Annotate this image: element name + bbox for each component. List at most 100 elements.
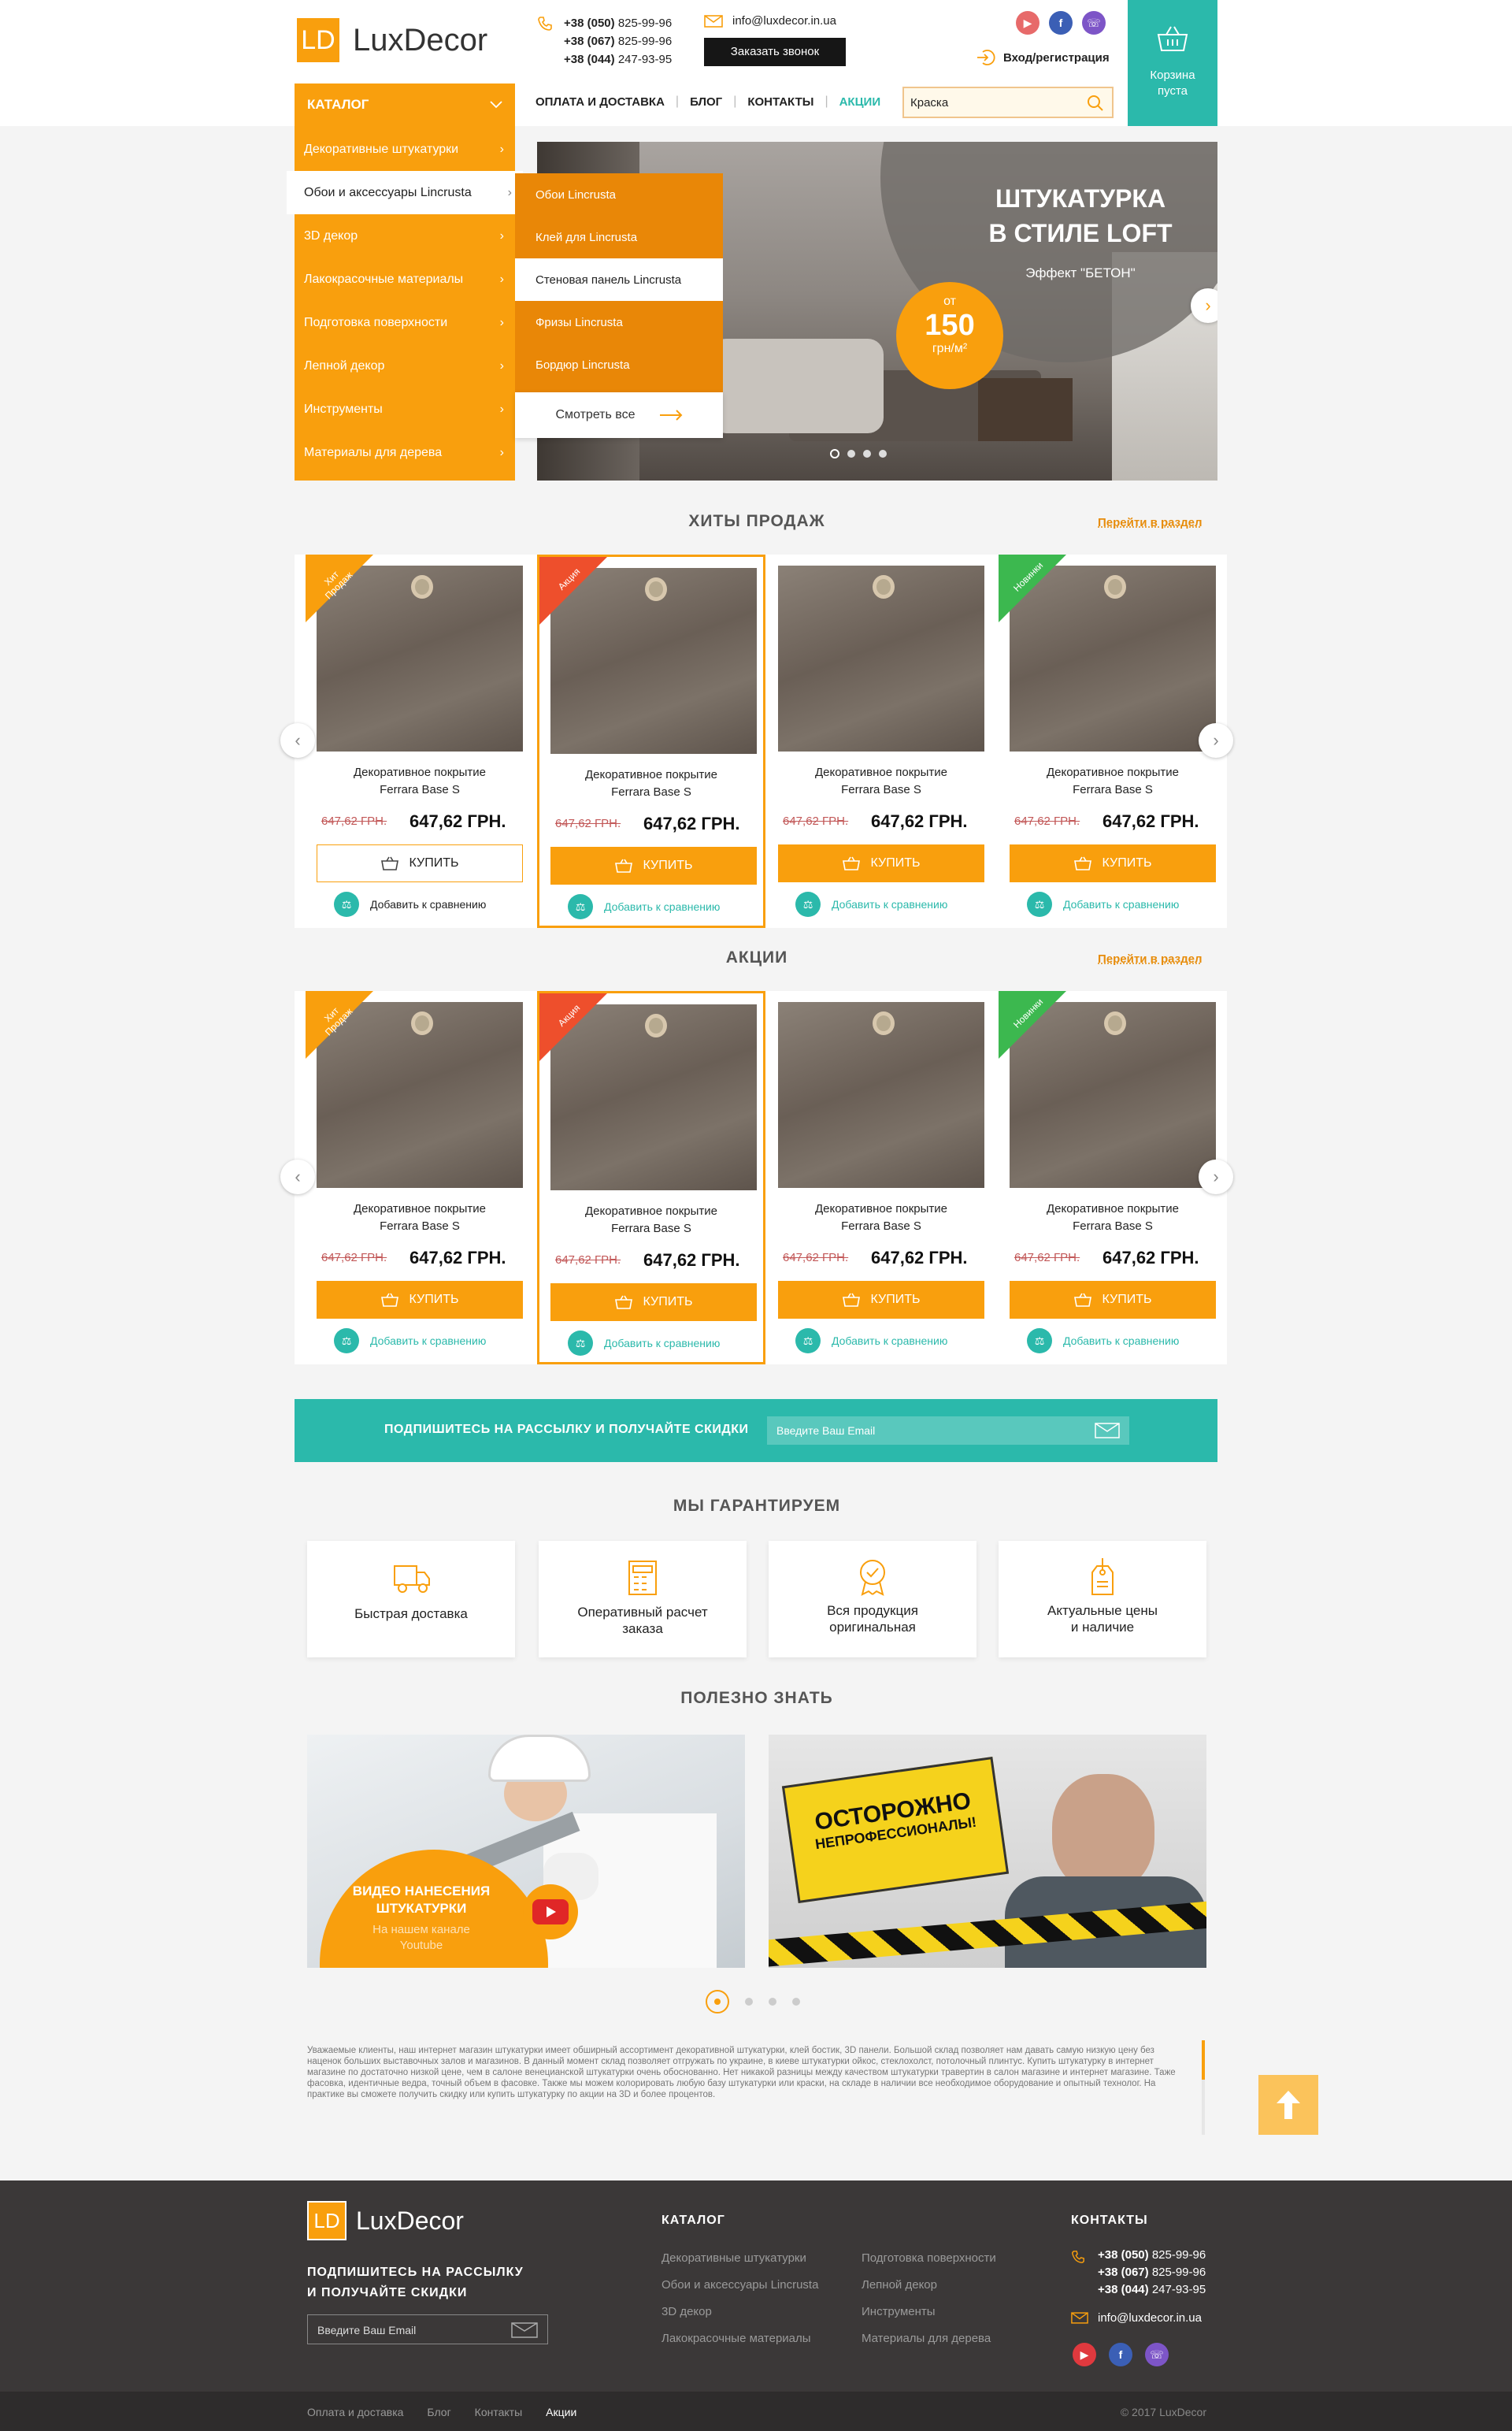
catalog-toggle[interactable]: КАТАЛОГ bbox=[295, 84, 515, 126]
hits-prev-arrow[interactable]: ‹ bbox=[280, 723, 315, 758]
product-name[interactable]: Декоративное покрытие Ferrara Base S bbox=[306, 1201, 534, 1235]
compare-link[interactable]: ⚖ Добавить к сравнению bbox=[795, 892, 947, 917]
header-email[interactable]: info@luxdecor.in.ua bbox=[704, 14, 836, 28]
warning-card[interactable]: ОСТОРОЖНО НЕПРОФЕССИОНАЛЫ! bbox=[769, 1735, 1206, 1968]
footer-phone-1[interactable]: +38 (050) 825-99-96 bbox=[1098, 2247, 1206, 2264]
submenu-item-friezes[interactable]: Фризы Lincrusta bbox=[515, 301, 723, 343]
catalog-item-plaster[interactable]: Декоративные штукатурки › bbox=[295, 128, 515, 171]
footer-link[interactable]: Лепной декор bbox=[862, 2272, 996, 2299]
footer-logo[interactable]: LD LuxDecor bbox=[307, 2201, 464, 2240]
promo-section-link[interactable]: Перейти в раздел bbox=[1098, 952, 1203, 966]
youtube-icon[interactable]: ▶ bbox=[1016, 11, 1040, 35]
facebook-icon[interactable]: f bbox=[1109, 2343, 1132, 2366]
compare-link[interactable]: ⚖ Добавить к сравнению bbox=[1027, 892, 1179, 917]
bottom-link-payment[interactable]: Оплата и доставка bbox=[307, 2406, 403, 2418]
compare-link[interactable]: ⚖ Добавить к сравнению bbox=[795, 1328, 947, 1353]
viber-icon[interactable]: ☏ bbox=[1082, 11, 1106, 35]
submenu-item-border[interactable]: Бордюр Lincrusta bbox=[515, 343, 723, 386]
phone-3[interactable]: +38 (044) 247-93-95 bbox=[564, 50, 672, 69]
product-card[interactable]: Акция Декоративное покрытие Ferrara Base S… bbox=[537, 555, 765, 928]
buy-button[interactable]: КУПИТЬ bbox=[1010, 844, 1216, 882]
product-name[interactable]: Декоративное покрытие Ferrara Base S bbox=[306, 764, 534, 799]
footer-email-field[interactable]: Введите Ваш Email bbox=[307, 2314, 548, 2344]
bottom-link-blog[interactable]: Блог bbox=[427, 2406, 450, 2418]
hero-dot-2[interactable] bbox=[847, 450, 855, 458]
product-card[interactable]: Новинки Декоративное покрытие Ferrara Base… bbox=[999, 991, 1227, 1364]
useful-dot-3[interactable] bbox=[769, 1998, 776, 2006]
product-name[interactable]: Декоративное покрытие Ferrara Base S bbox=[767, 1201, 995, 1235]
catalog-item-lincrusta[interactable]: Обои и аксессуары Lincrusta › bbox=[287, 171, 523, 214]
nav-promotions[interactable]: АКЦИИ bbox=[839, 95, 881, 109]
compare-link[interactable]: ⚖ Добавить к сравнению bbox=[334, 892, 486, 917]
buy-button[interactable]: КУПИТЬ bbox=[778, 844, 984, 882]
nav-contacts[interactable]: КОНТАКТЫ bbox=[747, 95, 813, 109]
compare-link[interactable]: ⚖ Добавить к сравнению bbox=[568, 894, 720, 919]
bottom-link-promotions[interactable]: Акции bbox=[546, 2406, 576, 2418]
hero-dot-1[interactable] bbox=[830, 449, 839, 458]
buy-button[interactable]: КУПИТЬ bbox=[317, 844, 523, 882]
promo-next-arrow[interactable]: › bbox=[1199, 1160, 1233, 1194]
product-image[interactable] bbox=[778, 566, 984, 752]
youtube-play-icon[interactable] bbox=[523, 1884, 578, 1939]
footer-link[interactable]: Подготовка поверхности bbox=[862, 2245, 996, 2272]
buy-button[interactable]: КУПИТЬ bbox=[778, 1281, 984, 1319]
compare-link[interactable]: ⚖ Добавить к сравнению bbox=[568, 1331, 720, 1356]
envelope-icon[interactable] bbox=[1095, 1423, 1120, 1438]
catalog-item-surface-prep[interactable]: Подготовка поверхности › bbox=[295, 301, 515, 344]
product-name[interactable]: Декоративное покрытие Ferrara Base S bbox=[767, 764, 995, 799]
search-input[interactable] bbox=[910, 94, 1076, 111]
product-card[interactable]: Акция Декоративное покрытие Ferrara Base S… bbox=[537, 991, 765, 1364]
hits-section-link[interactable]: Перейти в раздел bbox=[1098, 516, 1203, 529]
catalog-item-wood[interactable]: Материалы для дерева › bbox=[295, 431, 515, 474]
product-card[interactable]: Декоративное покрытие Ferrara Base S 647,6… bbox=[767, 991, 995, 1364]
useful-dot-4[interactable] bbox=[792, 1998, 800, 2006]
product-image[interactable] bbox=[778, 1002, 984, 1188]
search-icon[interactable] bbox=[1087, 95, 1104, 112]
product-card[interactable]: Декоративное покрытие Ferrara Base S 647,6… bbox=[767, 555, 995, 928]
scroll-top-button[interactable] bbox=[1258, 2075, 1318, 2135]
nav-payment-delivery[interactable]: ОПЛАТА И ДОСТАВКА bbox=[536, 95, 665, 109]
cart-button[interactable]: Корзина пуста bbox=[1128, 0, 1217, 126]
product-card[interactable]: Хит Продаж Декоративное покрытие Ferrara B… bbox=[306, 991, 534, 1364]
buy-button[interactable]: КУПИТЬ bbox=[550, 1283, 757, 1321]
product-card[interactable]: Хит Продаж Декоративное покрытие Ferrara B… bbox=[306, 555, 534, 928]
viber-icon[interactable]: ☏ bbox=[1145, 2343, 1169, 2366]
submenu-item-panel[interactable]: Стеновая панель Lincrusta bbox=[515, 258, 723, 301]
hero-dot-3[interactable] bbox=[863, 450, 871, 458]
nav-blog[interactable]: БЛОГ bbox=[690, 95, 722, 109]
product-name[interactable]: Декоративное покрытие Ferrara Base S bbox=[999, 764, 1227, 799]
footer-phone-3[interactable]: +38 (044) 247-93-95 bbox=[1098, 2281, 1206, 2299]
envelope-icon[interactable] bbox=[511, 2322, 538, 2338]
youtube-icon[interactable]: ▶ bbox=[1073, 2343, 1096, 2366]
newsletter-email-field[interactable]: Введите Ваш Email bbox=[767, 1416, 1129, 1445]
phone-2[interactable]: +38 (067) 825-99-96 bbox=[564, 32, 672, 50]
footer-link[interactable]: Лакокрасочные материалы bbox=[662, 2325, 818, 2352]
buy-button[interactable]: КУПИТЬ bbox=[1010, 1281, 1216, 1319]
footer-link[interactable]: Обои и аксессуары Lincrusta bbox=[662, 2272, 818, 2299]
footer-link[interactable]: Декоративные штукатурки bbox=[662, 2245, 818, 2272]
submenu-item-wallpaper[interactable]: Обои Lincrusta bbox=[515, 173, 723, 216]
bottom-link-contacts[interactable]: Контакты bbox=[475, 2406, 522, 2418]
footer-email[interactable]: info@luxdecor.in.ua bbox=[1071, 2311, 1202, 2325]
footer-link[interactable]: 3D декор bbox=[662, 2299, 818, 2325]
submenu-item-glue[interactable]: Клей для Lincrusta bbox=[515, 216, 723, 258]
facebook-icon[interactable]: f bbox=[1049, 11, 1073, 35]
catalog-item-paints[interactable]: Лакокрасочные материалы › bbox=[295, 258, 515, 301]
buy-button[interactable]: КУПИТЬ bbox=[550, 847, 757, 885]
catalog-item-tools[interactable]: Инструменты › bbox=[295, 388, 515, 431]
request-call-button[interactable]: Заказать звонок bbox=[704, 38, 846, 66]
video-card[interactable]: ВИДЕО НАНЕСЕНИЯ ШТУКАТУРКИ На нашем канал… bbox=[307, 1735, 745, 1968]
compare-link[interactable]: ⚖ Добавить к сравнению bbox=[334, 1328, 486, 1353]
product-card[interactable]: Новинки Декоративное покрытие Ferrara Base… bbox=[999, 555, 1227, 928]
login-link[interactable]: Вход/регистрация bbox=[976, 49, 1110, 66]
submenu-see-all[interactable]: Смотреть все bbox=[515, 392, 723, 438]
footer-link[interactable]: Материалы для дерева bbox=[862, 2325, 996, 2352]
catalog-item-moulding[interactable]: Лепной декор › bbox=[295, 344, 515, 388]
logo[interactable]: LD LuxDecor bbox=[295, 16, 487, 65]
useful-dot-1[interactable] bbox=[706, 1990, 729, 2013]
about-scrollbar[interactable] bbox=[1202, 2040, 1205, 2135]
compare-link[interactable]: ⚖ Добавить к сравнению bbox=[1027, 1328, 1179, 1353]
promo-prev-arrow[interactable]: ‹ bbox=[280, 1160, 315, 1194]
hero-dot-4[interactable] bbox=[879, 450, 887, 458]
buy-button[interactable]: КУПИТЬ bbox=[317, 1281, 523, 1319]
